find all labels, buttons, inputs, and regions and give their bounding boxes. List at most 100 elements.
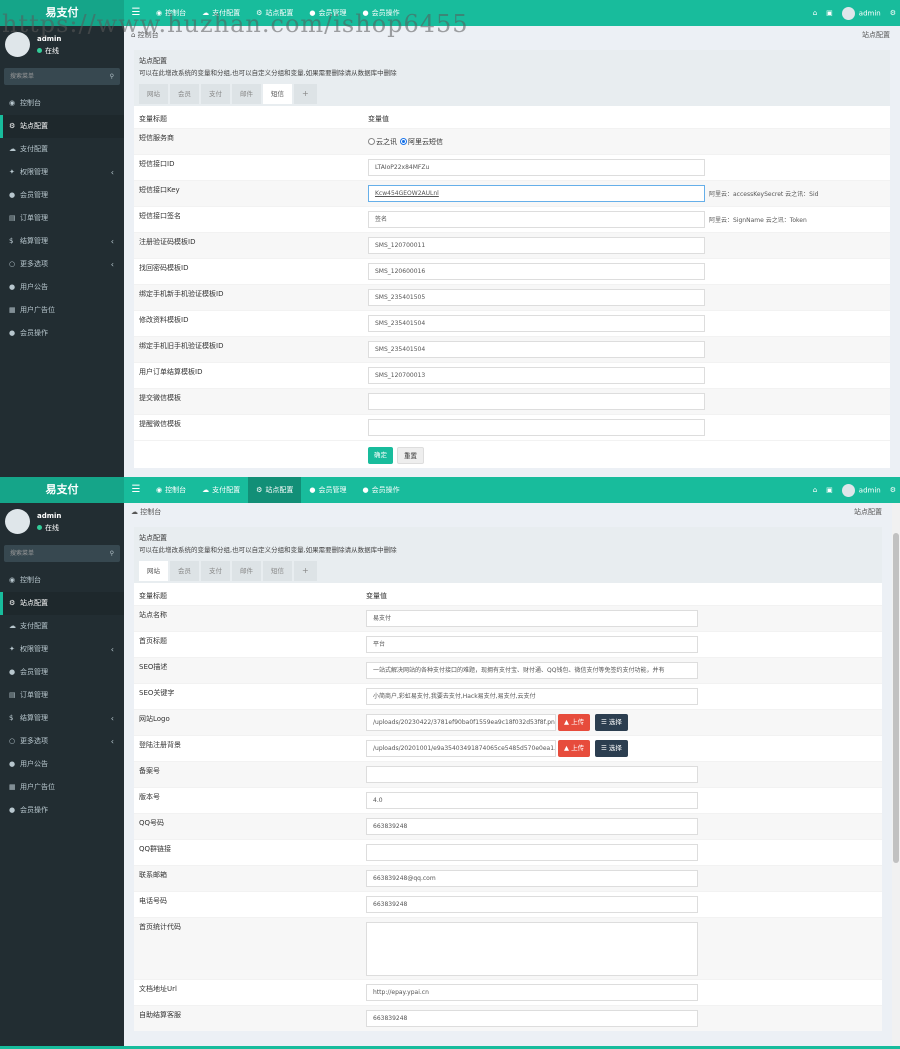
reset-button[interactable]: 重置 bbox=[397, 447, 424, 464]
tab-sms[interactable]: 短信 bbox=[263, 561, 292, 581]
topnav-member-ops[interactable]: ● 会员操作 bbox=[355, 477, 408, 503]
settings-icon[interactable]: ⚙ bbox=[890, 486, 896, 494]
brand-logo[interactable]: 易支付 bbox=[0, 477, 124, 503]
icp-number-input[interactable] bbox=[366, 766, 698, 783]
tab-website[interactable]: 网站 bbox=[139, 561, 168, 581]
tab-sms[interactable]: 短信 bbox=[263, 84, 292, 104]
bg-select-button[interactable]: ☰ 选择 bbox=[595, 740, 628, 757]
panel-heading: 站点配置 可以在此增改系统的变量和分组,也可以自定义分组和变量,如果需要删除请从… bbox=[134, 50, 890, 106]
tab-website[interactable]: 网站 bbox=[139, 84, 168, 104]
sidebar-item-permissions[interactable]: ✦ 权限管理 ‹ bbox=[0, 161, 124, 184]
cloud-icon: ☁ bbox=[9, 145, 16, 153]
search-icon[interactable]: ⚲ bbox=[110, 68, 114, 85]
sidebar-search-input[interactable]: 搜索菜单 ⚲ bbox=[4, 545, 120, 562]
seo-keywords-input[interactable]: 小简商户,彩虹易支付,我要去支付,Hack易支付,易支付,云支付 bbox=[366, 688, 698, 705]
dashboard-icon: ◉ bbox=[156, 486, 163, 494]
circle-icon: ○ bbox=[9, 260, 16, 268]
qq-number-input[interactable]: 663839248 bbox=[366, 818, 698, 835]
seo-description-input[interactable]: 一站式解决网站的各种支付接口的难题，现拥有支付宝、财付通、QQ钱包、微信支付等免… bbox=[366, 662, 698, 679]
user-menu[interactable]: admin bbox=[841, 483, 881, 497]
topnav-members[interactable]: ● 会员管理 bbox=[301, 477, 354, 503]
topnav-pay-config[interactable]: ☁ 支付配置 bbox=[194, 477, 248, 503]
sidebar-item-notices[interactable]: ● 用户公告 bbox=[0, 276, 124, 299]
stats-code-textarea[interactable] bbox=[366, 922, 698, 976]
table-row: 首页统计代码 bbox=[134, 917, 882, 979]
sidebar-item-pay-config[interactable]: ☁ 支付配置 bbox=[0, 615, 124, 638]
sidebar-item-site-config[interactable]: ⚙ 站点配置 bbox=[0, 115, 124, 138]
avatar bbox=[841, 483, 855, 497]
sidebar-item-settlement[interactable]: $ 结算管理 ‹ bbox=[0, 230, 124, 253]
logo-select-button[interactable]: ☰ 选择 bbox=[595, 714, 628, 731]
home-title-input[interactable]: 平台 bbox=[366, 636, 698, 653]
sms-provider-radio-b[interactable]: 阿里云短信 bbox=[400, 137, 443, 147]
sms-provider-radio-a[interactable]: 云之讯 bbox=[368, 137, 397, 147]
site-name-input[interactable]: 易支付 bbox=[366, 610, 698, 627]
sidebar-item-orders[interactable]: ▤ 订单管理 bbox=[0, 684, 124, 707]
tab-add-button[interactable]: + bbox=[294, 84, 317, 104]
tab-member[interactable]: 会员 bbox=[170, 561, 199, 581]
settings-icon[interactable]: ⚙ bbox=[890, 9, 896, 17]
table-row: 短信接口签名 签名 阿里云：SignName 云之讯：Token bbox=[134, 206, 890, 232]
trash-icon[interactable]: ▣ bbox=[826, 486, 833, 494]
sidebar-item-pay-config[interactable]: ☁ 支付配置 bbox=[0, 138, 124, 161]
sidebar-item-orders[interactable]: ▤ 订单管理 bbox=[0, 207, 124, 230]
settlement-template-input[interactable]: SMS_120700013 bbox=[368, 367, 705, 384]
sidebar-item-members[interactable]: ● 会员管理 bbox=[0, 184, 124, 207]
confirm-button[interactable]: 确定 bbox=[368, 447, 393, 464]
avatar bbox=[5, 509, 30, 534]
topnav-dashboard[interactable]: ◉ 控制台 bbox=[148, 477, 194, 503]
user-icon: ● bbox=[9, 283, 16, 291]
settlement-cs-input[interactable]: 663839248 bbox=[366, 1010, 698, 1027]
login-bg-path-input[interactable]: /uploads/20201001/e9a35403491874065ce548… bbox=[366, 740, 556, 757]
tab-payment[interactable]: 支付 bbox=[201, 84, 230, 104]
scrollbar-thumb[interactable] bbox=[893, 533, 899, 863]
logo-path-input[interactable]: /uploads/20230422/3781ef90ba0f1559ea9c18… bbox=[366, 714, 556, 731]
topnav-site-config[interactable]: ⚙ 站点配置 bbox=[248, 477, 302, 503]
sidebar-item-ads[interactable]: ▦ 用户广告位 bbox=[0, 776, 124, 799]
sidebar-item-member-ops[interactable]: ● 会员操作 bbox=[0, 799, 124, 822]
contact-email-input[interactable]: 663839248@qq.com bbox=[366, 870, 698, 887]
docs-url-input[interactable]: http://epay.ypai.cn bbox=[366, 984, 698, 1001]
sidebar-item-settlement[interactable]: $ 结算管理 ‹ bbox=[0, 707, 124, 730]
bind-new-phone-template-input[interactable]: SMS_235401505 bbox=[368, 289, 705, 306]
menu-toggle-icon[interactable]: ☰ bbox=[124, 477, 148, 503]
qq-group-input[interactable] bbox=[366, 844, 698, 861]
edit-profile-template-input[interactable]: SMS_235401504 bbox=[368, 315, 705, 332]
bg-upload-button[interactable]: ▲ 上传 bbox=[558, 740, 591, 757]
sms-key-input[interactable]: Kcw454GEOW2AULnl bbox=[368, 185, 705, 202]
version-input[interactable]: 4.0 bbox=[366, 792, 698, 809]
sidebar-item-permissions[interactable]: ✦ 权限管理 ‹ bbox=[0, 638, 124, 661]
home-icon[interactable]: ⌂ bbox=[813, 9, 817, 17]
tab-payment[interactable]: 支付 bbox=[201, 561, 230, 581]
wechat-submit-template-input[interactable] bbox=[368, 393, 705, 410]
sidebar-item-members[interactable]: ● 会员管理 bbox=[0, 661, 124, 684]
top-right-tools: ⌂ ▣ admin ⚙ bbox=[813, 477, 896, 503]
sidebar-item-dashboard[interactable]: ◉ 控制台 bbox=[0, 92, 124, 115]
tab-email[interactable]: 邮件 bbox=[232, 84, 261, 104]
trash-icon[interactable]: ▣ bbox=[826, 9, 833, 17]
sidebar-item-more[interactable]: ○ 更多选项 ‹ bbox=[0, 253, 124, 276]
home-icon[interactable]: ⌂ bbox=[813, 486, 817, 494]
sms-sign-input[interactable]: 签名 bbox=[368, 211, 705, 228]
phone-input[interactable]: 663839248 bbox=[366, 896, 698, 913]
tab-email[interactable]: 邮件 bbox=[232, 561, 261, 581]
scrollbar[interactable] bbox=[892, 503, 900, 1049]
sms-id-input[interactable]: LTAIoP22x84MFZu bbox=[368, 159, 705, 176]
user-menu[interactable]: admin bbox=[841, 6, 881, 20]
tab-add-button[interactable]: + bbox=[294, 561, 317, 581]
search-icon[interactable]: ⚲ bbox=[110, 545, 114, 562]
wechat-remind-template-input[interactable] bbox=[368, 419, 705, 436]
sidebar-item-ads[interactable]: ▦ 用户广告位 bbox=[0, 299, 124, 322]
bind-old-phone-template-input[interactable]: SMS_235401504 bbox=[368, 341, 705, 358]
sidebar-item-member-ops[interactable]: ● 会员操作 bbox=[0, 322, 124, 345]
sidebar-item-more[interactable]: ○ 更多选项 ‹ bbox=[0, 730, 124, 753]
sidebar-item-site-config[interactable]: ⚙ 站点配置 bbox=[0, 592, 124, 615]
tab-member[interactable]: 会员 bbox=[170, 84, 199, 104]
logo-upload-button[interactable]: ▲ 上传 bbox=[558, 714, 591, 731]
register-template-input[interactable]: SMS_120700011 bbox=[368, 237, 705, 254]
sidebar-item-dashboard[interactable]: ◉ 控制台 bbox=[0, 569, 124, 592]
reset-password-template-input[interactable]: SMS_120600016 bbox=[368, 263, 705, 280]
table-row: 备案号 bbox=[134, 761, 882, 787]
sidebar-item-notices[interactable]: ● 用户公告 bbox=[0, 753, 124, 776]
sidebar-search-input[interactable]: 搜索菜单 ⚲ bbox=[4, 68, 120, 85]
